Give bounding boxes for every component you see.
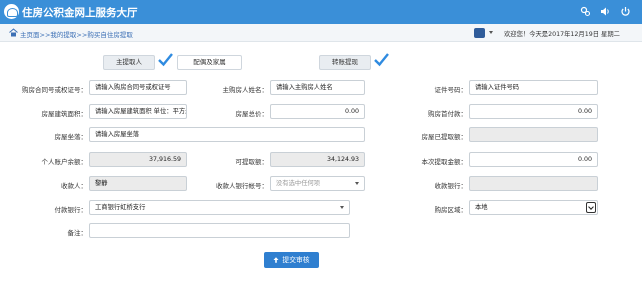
payee-label: 收款人： [61, 182, 87, 190]
total-price-input[interactable]: 0.00 [270, 104, 365, 119]
home-icon[interactable] [9, 28, 18, 37]
region-label: 购房区域： [434, 206, 468, 214]
chevron-down-icon [340, 206, 344, 209]
chevron-down-icon [355, 182, 359, 185]
area-label: 房屋建筑面积： [41, 110, 88, 118]
breadcrumb-separator: >> [39, 31, 51, 39]
power-icon[interactable] [620, 6, 631, 17]
down-payment-input[interactable]: 0.00 [469, 104, 598, 119]
submit-button-label: 提交审核 [282, 256, 310, 264]
check-icon [374, 53, 389, 67]
available-label: 可提取额： [235, 158, 269, 166]
app-title: 住房公积金网上服务大厅 [22, 7, 138, 19]
payee-account-select[interactable]: 没有选中任何项 [270, 176, 365, 191]
region-select-value: 本地 [475, 204, 488, 211]
speaker-icon[interactable] [600, 6, 611, 17]
upload-icon [273, 257, 279, 263]
pay-bank-select[interactable]: 工商银行虹桥支行 [89, 200, 350, 215]
balance-label: 个人账户余额： [41, 158, 88, 166]
contract-no-label: 购房合同号或权证号： [22, 86, 87, 94]
payee-value: 黎静 [89, 176, 187, 191]
pay-bank-label: 付款银行： [54, 206, 88, 214]
buyer-name-label: 主购房人姓名： [222, 86, 269, 94]
this-amount-label: 本次提取金额： [421, 158, 468, 166]
this-amount-input[interactable]: 0.00 [469, 152, 598, 167]
submit-button[interactable]: 提交审核 [264, 252, 319, 268]
remark-input[interactable] [89, 223, 350, 238]
breadcrumb-bar: 主页面>>我的提取>>购买自住房提取 欢迎您！今天是2017年12月19日 星期… [0, 24, 642, 42]
address-label: 房屋坐落： [54, 133, 88, 141]
total-price-label: 房屋总价： [235, 110, 269, 118]
down-payment-label: 购房首付款： [428, 110, 467, 118]
logo-icon [4, 4, 19, 19]
breadcrumb-current: 购买自住房提取 [87, 31, 133, 39]
check-icon [158, 53, 173, 67]
user-menu-chevron-down-icon[interactable] [489, 31, 493, 34]
payee-account-label: 收款人银行帐号： [216, 182, 268, 190]
payee-bank-label: 收款银行： [434, 182, 468, 190]
balance-value: 37,916.59 [89, 152, 187, 167]
area-input[interactable]: 请输入房屋建筑面积 单位：平方米 [89, 104, 187, 119]
withdrawn-input [469, 127, 598, 142]
withdrawn-label: 房屋已提取额： [421, 133, 468, 141]
breadcrumb-separator: >> [76, 31, 88, 39]
breadcrumb-my-withdrawal[interactable]: 我的提取 [50, 31, 76, 39]
welcome-text: 欢迎您！今天是2017年12月19日 星期二 [504, 31, 620, 38]
contract-no-input[interactable]: 请输入购房合同号或权证号 [89, 80, 187, 95]
available-value: 34,124.93 [270, 152, 365, 167]
breadcrumb: 主页面>>我的提取>>购买自住房提取 [20, 29, 133, 39]
app-header: 住房公积金网上服务大厅 [0, 0, 642, 24]
tab-transfer[interactable]: 转账提现 [319, 55, 371, 70]
id-no-label: 证件号码： [434, 86, 468, 94]
id-no-input[interactable]: 请输入证件号码 [469, 80, 598, 95]
payee-account-select-value: 没有选中任何项 [276, 180, 321, 187]
avatar[interactable] [474, 28, 485, 38]
tab-main-applicant[interactable]: 主提取人 [103, 55, 155, 70]
settings-icon[interactable] [580, 6, 591, 17]
region-select[interactable]: 本地 [469, 200, 598, 215]
address-input[interactable]: 请输入房屋坐落 [89, 127, 365, 142]
buyer-name-input[interactable]: 请输入主购房人姓名 [270, 80, 365, 95]
payee-bank-value [469, 176, 598, 191]
chevron-down-icon [586, 202, 596, 213]
tab-spouse-family[interactable]: 配偶及家属 [177, 55, 242, 70]
remark-label: 备注： [67, 229, 88, 237]
breadcrumb-home[interactable]: 主页面 [20, 31, 40, 39]
pay-bank-select-value: 工商银行虹桥支行 [95, 204, 146, 211]
